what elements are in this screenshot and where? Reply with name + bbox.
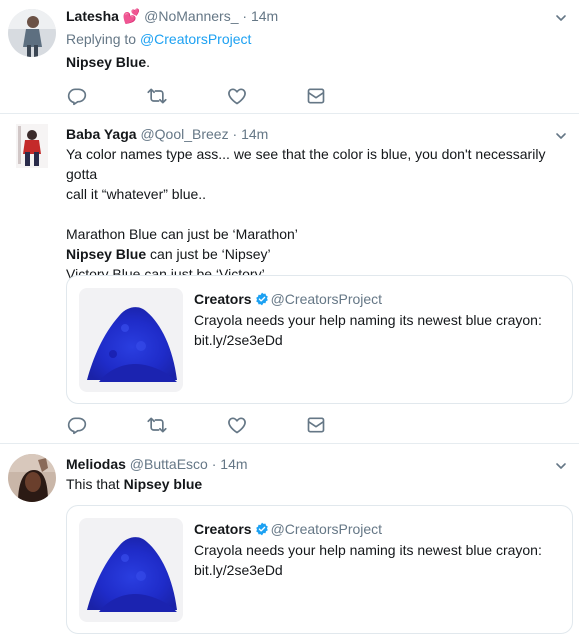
tweet-line: Nipsey Blue can just be ‘Nipsey’ (66, 244, 576, 264)
display-name[interactable]: Baba Yaga (66, 126, 137, 142)
reply-icon[interactable] (67, 86, 87, 106)
tweet-text: Nipsey Blue. (66, 52, 150, 72)
timestamp[interactable]: 14m (241, 126, 268, 142)
replying-to-prefix: Replying to (66, 31, 140, 47)
tweet-header: Latesha 💕 @NoManners_ · 14m (66, 7, 278, 25)
card-image (79, 288, 183, 392)
tweet-text-bold: Nipsey Blue (66, 54, 147, 70)
card-text-line: Crayola needs your help naming its newes… (194, 312, 542, 328)
tweet-text: This that Nipsey blue (66, 474, 202, 494)
tweet-meliodas[interactable]: Meliodas @ButtaEsco · 14m This that Nips… (0, 444, 579, 634)
quoted-tweet-card[interactable]: Creators @CreatorsProject Crayola needs y… (66, 275, 573, 404)
tweet-text: Ya color names type ass... we see that t… (66, 144, 576, 284)
message-icon[interactable] (306, 415, 326, 435)
message-icon[interactable] (306, 86, 326, 106)
retweet-icon[interactable] (147, 86, 167, 106)
separator-dot: · (242, 8, 248, 24)
tweet-line: Ya color names type ass... we see that t… (66, 146, 546, 182)
card-link[interactable]: bit.ly/2se3eDd (194, 330, 564, 350)
tweet-header: Baba Yaga @Qool_Breez · 14m (66, 125, 268, 143)
card-text: Crayola needs your help naming its newes… (194, 540, 564, 580)
card-username[interactable]: @CreatorsProject (271, 291, 382, 307)
username[interactable]: @ButtaEsco (130, 456, 208, 472)
card-text-line: Crayola needs your help naming its newes… (194, 542, 542, 558)
tweet-line: call it “whatever” blue.. (66, 186, 207, 202)
card-header: Creators @CreatorsProject (194, 520, 382, 538)
display-name[interactable]: Meliodas (66, 456, 126, 472)
reply-icon[interactable] (67, 415, 87, 435)
display-name[interactable]: Latesha (66, 8, 119, 24)
heart-emoji-icon: 💕 (122, 8, 141, 24)
chevron-down-icon[interactable] (555, 460, 567, 472)
tweet-text-rest: . (146, 54, 151, 70)
avatar[interactable] (8, 9, 56, 57)
separator-dot: · (232, 126, 238, 142)
avatar[interactable] (8, 122, 56, 170)
verified-icon (255, 522, 269, 536)
card-link[interactable]: bit.ly/2se3eDd (194, 560, 564, 580)
chevron-down-icon[interactable] (555, 130, 567, 142)
separator-dot: · (211, 456, 217, 472)
tweet-baba-yaga[interactable]: Baba Yaga @Qool_Breez · 14m Ya color nam… (0, 114, 579, 444)
tweet-text-bold: Nipsey blue (123, 476, 203, 492)
card-header: Creators @CreatorsProject (194, 290, 382, 308)
username[interactable]: @NoManners_ (144, 8, 238, 24)
card-display-name[interactable]: Creators (194, 291, 252, 307)
tweet-latesha[interactable]: Latesha 💕 @NoManners_ · 14m Replying to … (0, 0, 579, 114)
timestamp[interactable]: 14m (220, 456, 247, 472)
tweet-text-rest: can just be ‘Nipsey’ (146, 246, 271, 262)
card-text: Crayola needs your help naming its newes… (194, 310, 564, 350)
tweet-text-bold: Nipsey Blue (66, 246, 147, 262)
quoted-tweet-card[interactable]: Creators @CreatorsProject Crayola needs y… (66, 505, 573, 634)
chevron-down-icon[interactable] (555, 12, 567, 24)
replying-to: Replying to @CreatorsProject (66, 31, 251, 47)
tweet-line: Marathon Blue can just be ‘Marathon’ (66, 226, 298, 242)
like-icon[interactable] (227, 86, 247, 106)
username[interactable]: @Qool_Breez (140, 126, 228, 142)
card-username[interactable]: @CreatorsProject (271, 521, 382, 537)
verified-icon (255, 292, 269, 306)
replying-to-link[interactable]: @CreatorsProject (140, 31, 251, 47)
timestamp[interactable]: 14m (251, 8, 278, 24)
like-icon[interactable] (227, 415, 247, 435)
card-display-name[interactable]: Creators (194, 521, 252, 537)
avatar[interactable] (8, 454, 56, 502)
tweet-header: Meliodas @ButtaEsco · 14m (66, 455, 248, 473)
card-image (79, 518, 183, 622)
tweet-text-pre: This that (66, 476, 124, 492)
retweet-icon[interactable] (147, 415, 167, 435)
